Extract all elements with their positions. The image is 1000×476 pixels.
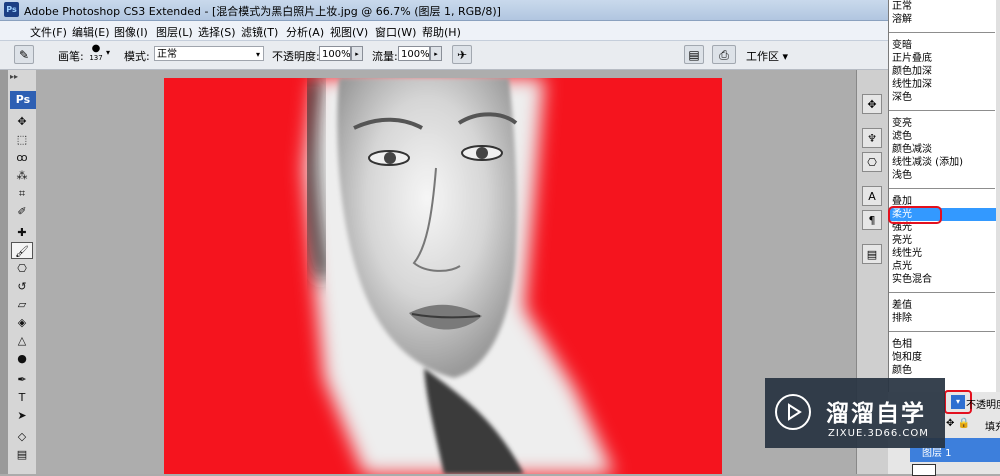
bridge-icon[interactable]: ⎙: [712, 45, 736, 64]
tool-preset-icon[interactable]: ✎: [14, 45, 34, 64]
magic-wand-icon[interactable]: ⁂: [11, 167, 33, 184]
blend-mode-option[interactable]: 亮光: [892, 234, 992, 247]
blend-mode-option[interactable]: 正常: [892, 0, 992, 13]
photoshop-logo[interactable]: Ps: [10, 91, 36, 109]
dropdown-separator: [889, 32, 995, 33]
crop-tool-icon[interactable]: ⌗: [11, 185, 33, 202]
menu-analysis[interactable]: 分析(A): [286, 24, 324, 40]
blur-tool-icon[interactable]: △: [11, 332, 33, 349]
menu-select[interactable]: 选择(S): [198, 24, 236, 40]
blend-mode-option[interactable]: 饱和度: [892, 351, 992, 364]
blend-mode-option[interactable]: 差值: [892, 299, 992, 312]
menu-layer[interactable]: 图层(L): [156, 24, 193, 40]
lock-icon[interactable]: ✥ 🔒: [946, 418, 970, 429]
type-tool-icon[interactable]: T: [11, 389, 33, 406]
menu-file[interactable]: 文件(F): [30, 24, 67, 40]
chevron-down-icon[interactable]: ▾: [106, 48, 110, 57]
menu-image[interactable]: 图像(I): [114, 24, 148, 40]
blend-mode-option[interactable]: 变暗: [892, 39, 992, 52]
selection-highlight-ring: [888, 206, 942, 224]
layer-thumbnail: [912, 464, 936, 476]
layer-comps-icon[interactable]: ▤: [862, 244, 882, 264]
clone-stamp-icon[interactable]: ⎔: [11, 260, 33, 277]
brush-preset-picker[interactable]: ● 137: [88, 44, 104, 66]
blend-mode-option[interactable]: 变亮: [892, 117, 992, 130]
menu-view[interactable]: 视图(V): [330, 24, 368, 40]
pen-tool-icon[interactable]: ✒: [11, 371, 33, 388]
blend-mode-option[interactable]: 线性减淡 (添加): [892, 156, 992, 169]
blend-mode-option[interactable]: 色相: [892, 338, 992, 351]
brush-tool-icon[interactable]: 🖌: [11, 242, 33, 259]
dodge-tool-icon[interactable]: ●: [11, 350, 33, 367]
blend-mode-option[interactable]: 颜色减淡: [892, 143, 992, 156]
menu-edit[interactable]: 编辑(E): [72, 24, 110, 40]
brush-label: 画笔:: [58, 50, 84, 63]
healing-brush-icon[interactable]: ✚: [11, 224, 33, 241]
dropdown-separator: [889, 188, 995, 189]
paint-bucket-icon[interactable]: ◈: [11, 314, 33, 331]
brush-size-value: 137: [89, 54, 103, 62]
blend-mode-option[interactable]: 正片叠底: [892, 52, 992, 65]
palette-well-icon[interactable]: ▤: [684, 45, 704, 64]
paragraph-panel-icon[interactable]: ¶: [862, 210, 882, 230]
menu-help[interactable]: 帮助(H): [422, 24, 461, 40]
play-logo-icon: [775, 394, 811, 430]
airbrush-icon[interactable]: ✈: [452, 45, 472, 64]
menu-filter[interactable]: 滤镜(T): [241, 24, 278, 40]
dropdown-scrollbar[interactable]: [996, 0, 1000, 392]
opacity-label: 不透明度:: [272, 50, 320, 63]
mode-value: 正常: [157, 49, 177, 60]
flow-slider-button[interactable]: ▸: [430, 46, 442, 61]
blend-mode-option[interactable]: 深色: [892, 91, 992, 104]
blend-mode-option[interactable]: 颜色: [892, 364, 992, 377]
path-select-icon[interactable]: ➤: [11, 407, 33, 424]
chevron-down-icon: ▾: [255, 50, 260, 59]
navigator-panel-icon[interactable]: ✥: [862, 94, 882, 114]
dropdown-separator: [889, 292, 995, 293]
shape-tool-icon[interactable]: ◇: [11, 428, 33, 445]
character-panel-icon[interactable]: A: [862, 186, 882, 206]
layer-opacity-label: 不透明度: [966, 400, 1000, 411]
menu-window[interactable]: 窗口(W): [375, 24, 416, 40]
watermark-title: 溜溜自学: [826, 401, 926, 427]
move-tool-icon[interactable]: ✥: [11, 113, 33, 130]
slice-tool-icon[interactable]: ✐: [11, 203, 33, 220]
blend-mode-option[interactable]: 线性加深: [892, 78, 992, 91]
blend-mode-option[interactable]: 颜色加深: [892, 65, 992, 78]
blend-mode-option[interactable]: 点光: [892, 260, 992, 273]
blend-mode-option[interactable]: 线性光: [892, 247, 992, 260]
toolbox-edge: [0, 70, 8, 474]
blend-mode-option[interactable]: 溶解: [892, 13, 992, 26]
watermark-subtitle: ZIXUE.3D66.COM: [828, 428, 929, 439]
mode-select[interactable]: 正常 ▾: [154, 46, 264, 61]
notes-tool-icon[interactable]: ▤: [11, 446, 33, 463]
opacity-input[interactable]: 100%: [319, 46, 351, 61]
flow-label: 流量:: [372, 50, 398, 63]
blend-mode-option[interactable]: 排除: [892, 312, 992, 325]
clone-source-icon[interactable]: ⎔: [862, 152, 882, 172]
window-title: Adobe Photoshop CS3 Extended - [混合模式为黑白照…: [24, 5, 501, 18]
flow-input[interactable]: 100%: [398, 46, 430, 61]
lasso-tool-icon[interactable]: ꝏ: [11, 149, 33, 166]
eraser-tool-icon[interactable]: ▱: [11, 296, 33, 313]
blend-mode-option[interactable]: 实色混合: [892, 273, 992, 286]
brushes-panel-icon[interactable]: ♆: [862, 128, 882, 148]
toolbox-grip-icon[interactable]: ▸▸: [10, 72, 18, 81]
marquee-tool-icon[interactable]: ⬚: [11, 131, 33, 148]
mode-label: 模式:: [124, 50, 150, 63]
dropdown-separator: [889, 331, 995, 332]
portrait-image: [164, 78, 722, 474]
dropdown-separator: [889, 110, 995, 111]
brush-dot-icon: ●: [91, 43, 101, 54]
workspace-button[interactable]: 工作区 ▾: [746, 48, 788, 64]
blend-mode-option[interactable]: 滤色: [892, 130, 992, 143]
blend-mode-option[interactable]: 浅色: [892, 169, 992, 182]
document-canvas[interactable]: [164, 78, 722, 474]
photoshop-app-icon[interactable]: Ps: [4, 2, 19, 17]
layer-fill-label: 填充: [985, 422, 1000, 433]
opacity-slider-button[interactable]: ▸: [351, 46, 363, 61]
history-brush-icon[interactable]: ↺: [11, 278, 33, 295]
